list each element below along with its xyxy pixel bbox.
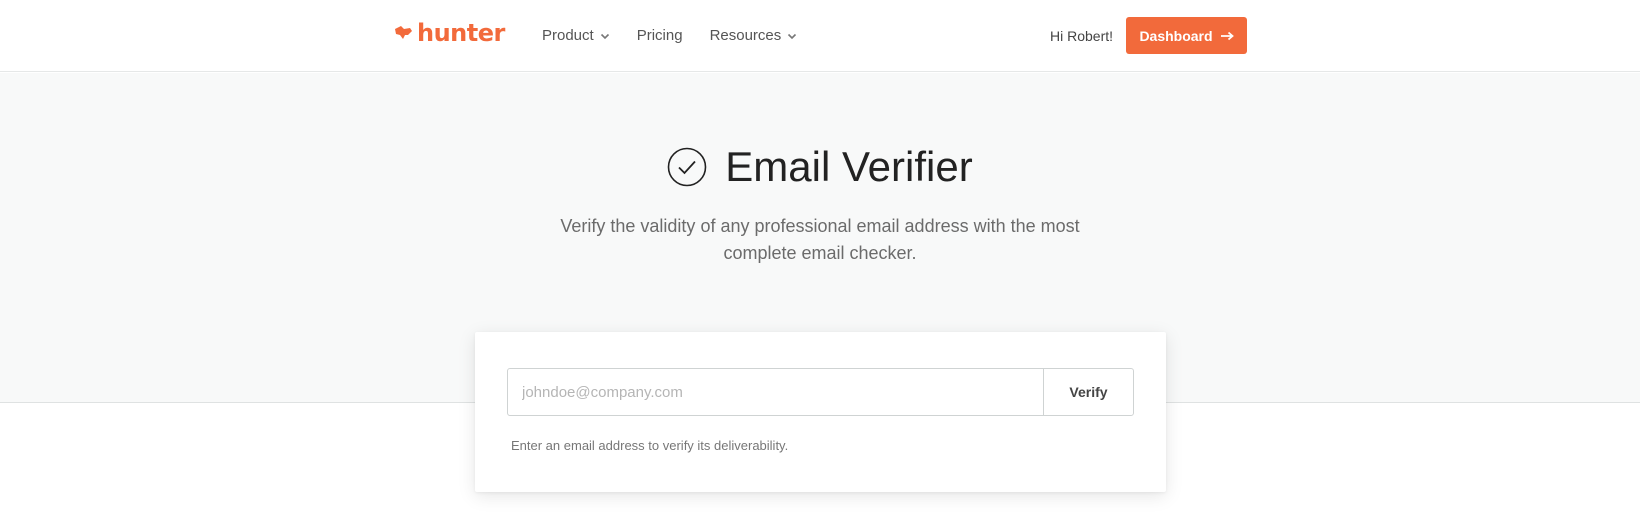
helper-text: Enter an email address to verify its del…: [511, 438, 789, 453]
chevron-down-icon: [788, 33, 797, 40]
nav-item-product[interactable]: Product: [542, 26, 610, 46]
dashboard-label: Dashboard: [1139, 27, 1213, 44]
top-navbar: hunter Product Pricing Resources Hi Robe…: [0, 0, 1640, 72]
check-circle-icon: [667, 147, 707, 187]
nav-item-label: Pricing: [636, 27, 683, 44]
page-subtitle: Verify the validity of any professional …: [560, 216, 1080, 263]
email-input[interactable]: [508, 369, 1043, 415]
page-title-row: Email Verifier: [0, 143, 1640, 191]
nav-item-label: Resources: [709, 27, 782, 44]
main-nav: Product Pricing Resources: [542, 26, 824, 46]
chevron-down-icon: [600, 33, 609, 40]
arrow-right-icon: [1220, 31, 1234, 40]
brand-name: hunter: [417, 19, 505, 47]
dashboard-button[interactable]: Dashboard: [1126, 17, 1247, 54]
verifier-card: Verify Enter an email address to verify …: [475, 332, 1166, 492]
nav-item-pricing[interactable]: Pricing: [637, 26, 683, 46]
fox-icon: [395, 26, 412, 39]
page-title: Email Verifier: [725, 143, 973, 190]
user-greeting: Hi Robert!: [1050, 28, 1114, 44]
hunter-logo[interactable]: hunter: [393, 19, 505, 47]
verify-button[interactable]: Verify: [1043, 369, 1133, 415]
verify-form: Verify: [507, 368, 1134, 416]
nav-item-resources[interactable]: Resources: [710, 26, 798, 46]
nav-item-label: Product: [542, 27, 594, 44]
